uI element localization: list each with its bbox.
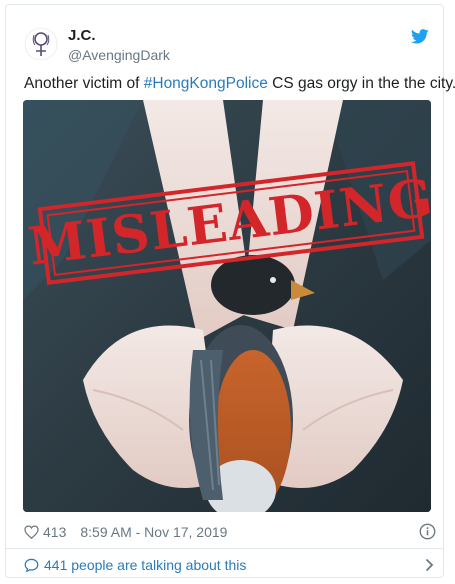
tweet-text: Another victim of #HongKongPolice CS gas…: [24, 74, 455, 94]
tweet-meta: 413 8:59 AM - Nov 17, 2019: [24, 522, 436, 542]
divider: [6, 548, 443, 549]
author-display-name[interactable]: J.C.: [68, 27, 96, 44]
tweet-text-after: CS gas orgy in the the city.: [267, 75, 455, 92]
like-count[interactable]: 413: [43, 524, 66, 540]
author-handle[interactable]: @AvengingDark: [68, 47, 170, 63]
twitter-bird-icon[interactable]: [411, 29, 429, 44]
speech-bubble-icon: [24, 558, 39, 572]
avatar[interactable]: [24, 27, 58, 61]
hashtag-link[interactable]: #HongKongPolice: [144, 75, 268, 92]
chevron-right-icon[interactable]: [425, 558, 434, 572]
bird-in-hands-image: [23, 100, 431, 512]
tweet-card: J.C. @AvengingDark Another victim of #Ho…: [5, 4, 455, 578]
tweet-text-before: Another victim of: [24, 75, 144, 92]
timestamp-link[interactable]: 8:59 AM - Nov 17, 2019: [80, 524, 227, 540]
heart-icon[interactable]: [24, 525, 39, 539]
conversation-label[interactable]: 441 people are talking about this: [44, 557, 246, 573]
tweet-photo[interactable]: MISLEADING: [23, 100, 431, 512]
conversation-link[interactable]: 441 people are talking about this: [24, 556, 436, 574]
info-icon[interactable]: [419, 523, 436, 540]
